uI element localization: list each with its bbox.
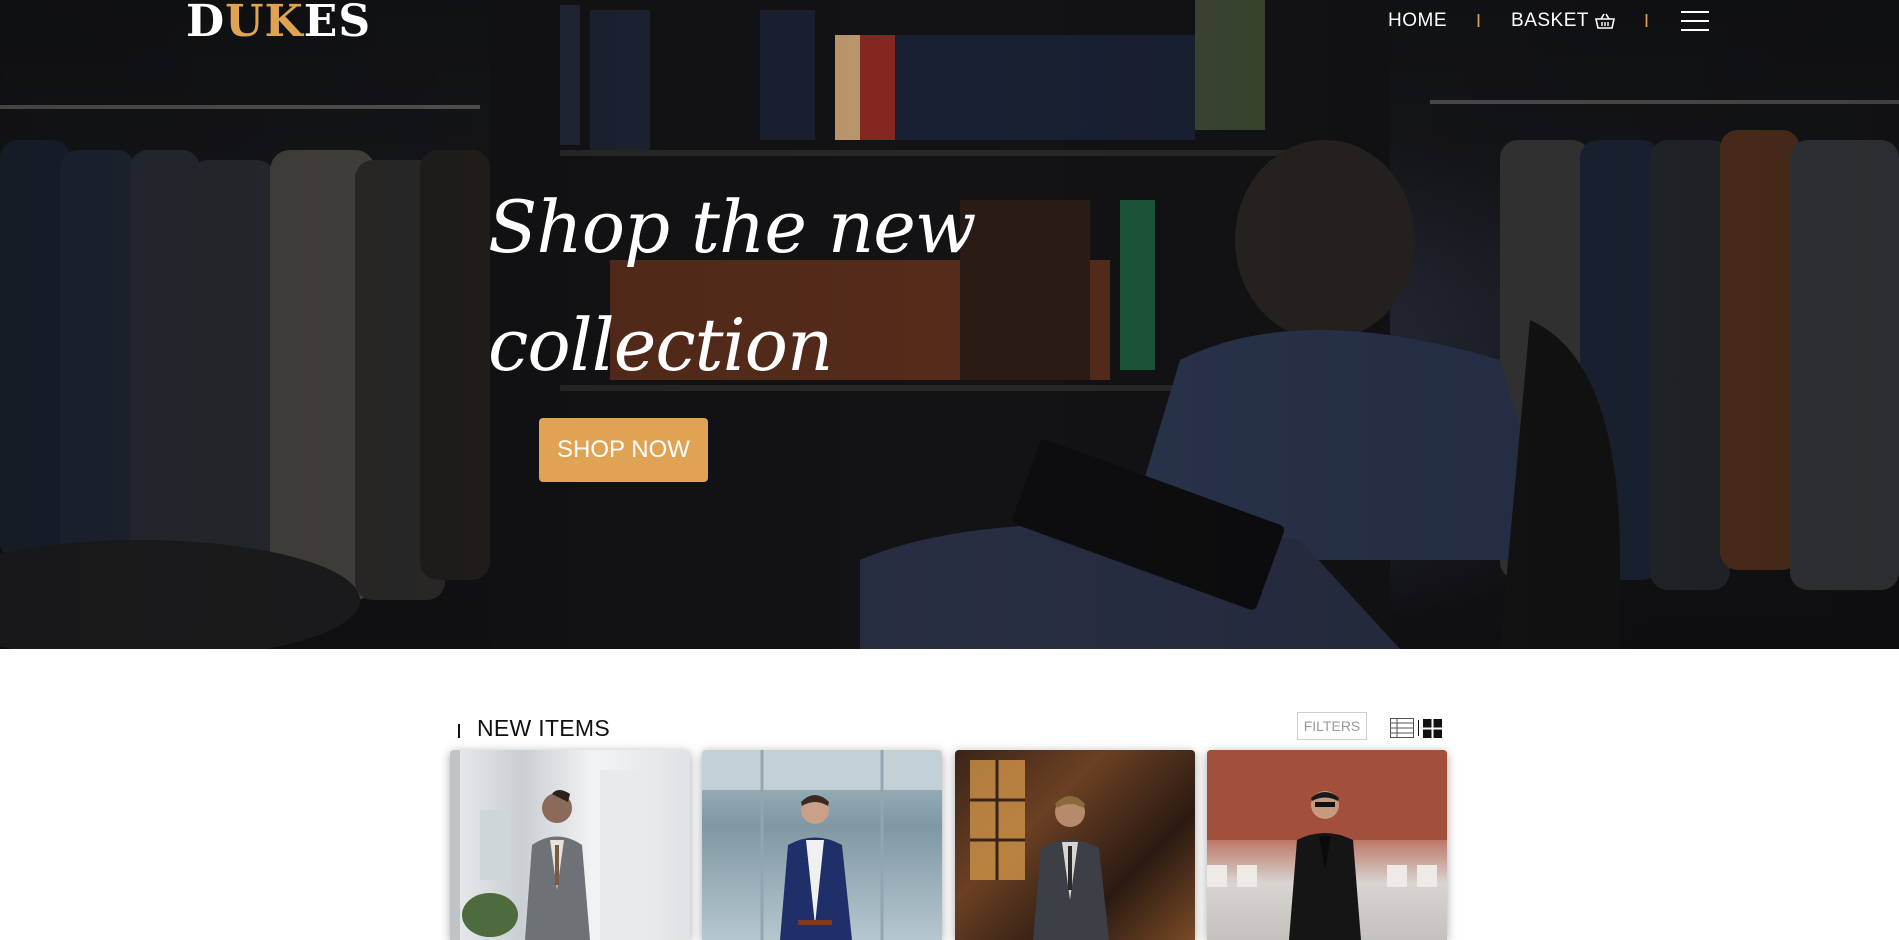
product-card[interactable] <box>450 750 690 940</box>
hamburger-menu-icon[interactable] <box>1681 11 1710 31</box>
shop-now-button[interactable]: SHOP NOW <box>539 418 708 482</box>
man-navy-suit-photo <box>702 750 942 940</box>
product-card[interactable] <box>955 750 1195 940</box>
product-card[interactable] <box>1207 750 1447 940</box>
brand-logo[interactable]: DUKES <box>186 0 371 48</box>
nav-separator: I <box>1476 10 1482 31</box>
main-nav: HOME I BASKET I <box>1388 6 1710 36</box>
nav-basket-label: BASKET <box>1511 10 1589 31</box>
section-marker <box>458 724 460 738</box>
product-card[interactable] <box>702 750 942 940</box>
view-toggle <box>1390 718 1442 738</box>
nav-home-link[interactable]: HOME <box>1388 10 1447 32</box>
section-title: NEW ITEMS <box>477 715 611 741</box>
hero-headline-line2: collection <box>488 303 833 387</box>
new-items-header: NEW ITEMS FILTERS <box>454 712 1446 746</box>
man-grey-check-suit-photo <box>450 750 640 940</box>
nav-basket-link[interactable]: BASKET <box>1511 10 1615 32</box>
hero-headline-line1: Shop the new <box>488 185 976 269</box>
shopping-basket-icon <box>1595 13 1615 29</box>
product-grid <box>450 750 1447 940</box>
man-three-piece-suit-photo <box>970 760 1109 940</box>
list-view-icon[interactable] <box>1390 718 1414 738</box>
hero-headline: Shop the new collection <box>488 168 1008 404</box>
nav-separator: I <box>1644 10 1650 31</box>
view-separator <box>1418 720 1419 736</box>
man-black-suit-sunglasses-photo <box>1207 750 1447 940</box>
filters-button[interactable]: FILTERS <box>1297 712 1367 740</box>
grid-view-icon[interactable] <box>1423 718 1442 738</box>
